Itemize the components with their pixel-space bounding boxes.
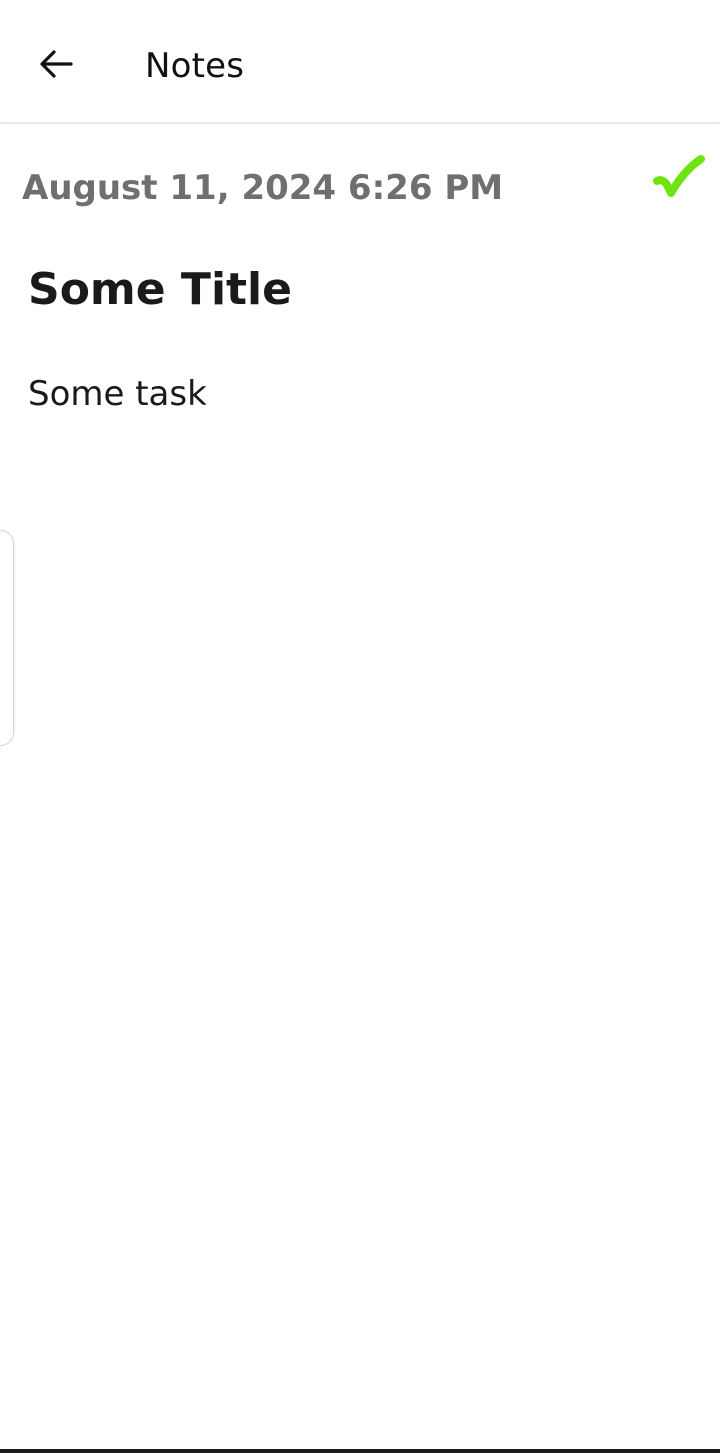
- note-timestamp: August 11, 2024 6:26 PM: [22, 168, 504, 208]
- note-title[interactable]: Some Title: [28, 262, 292, 318]
- edge-drawer-handle[interactable]: [0, 530, 14, 746]
- app-bar: Notes: [0, 0, 720, 123]
- checkmark-icon: [651, 155, 705, 209]
- bottom-divider: [0, 1449, 720, 1453]
- page-title: Notes: [145, 46, 245, 86]
- back-button[interactable]: [22, 32, 90, 100]
- note-body[interactable]: Some task: [28, 372, 207, 416]
- save-done-button[interactable]: [646, 150, 710, 214]
- arrow-left-icon: [39, 49, 73, 83]
